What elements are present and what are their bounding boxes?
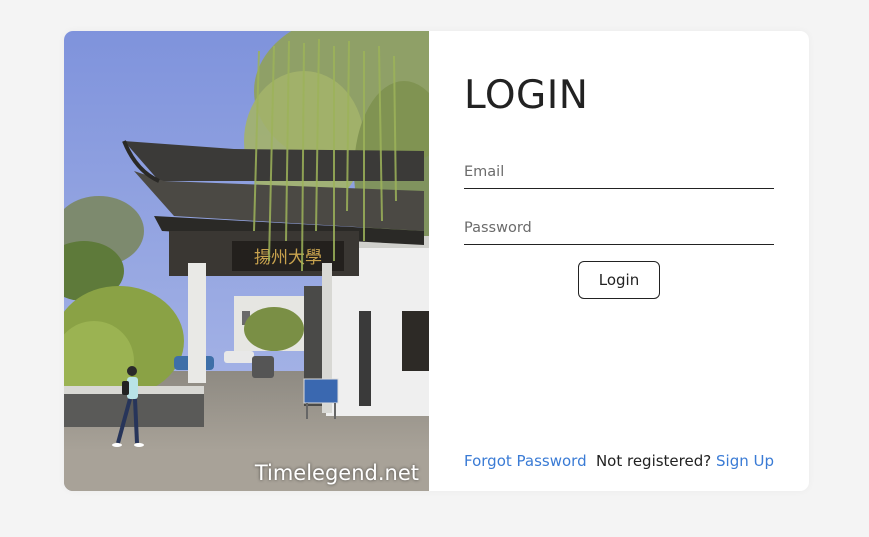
gate-sign: 揚州大學	[254, 248, 322, 268]
forgot-password-link[interactable]: Forgot Password	[464, 452, 587, 470]
email-field-container	[464, 155, 774, 189]
email-input[interactable]	[464, 155, 774, 188]
not-registered-text: Not registered?	[595, 452, 712, 470]
signup-prompt: Not registered? Sign Up	[596, 452, 774, 470]
login-button[interactable]: Login	[578, 261, 660, 299]
page-title: LOGIN	[464, 73, 589, 118]
login-card: 揚州大學 Timelegend.net LOGIN Email Login Fo…	[64, 31, 809, 491]
campus-gate-photo: 揚州大學 Timelegend.net	[64, 31, 429, 491]
password-input[interactable]	[464, 211, 774, 244]
photo-watermark: Timelegend.net	[254, 461, 419, 485]
password-field-container	[464, 211, 774, 245]
login-form: LOGIN Login Forgot Password Not register…	[429, 31, 809, 491]
sign-up-link[interactable]: Sign Up	[716, 452, 774, 470]
campus-gate-illustration: 揚州大學	[64, 31, 429, 491]
login-footer: Forgot Password Not registered? Sign Up	[464, 452, 774, 470]
